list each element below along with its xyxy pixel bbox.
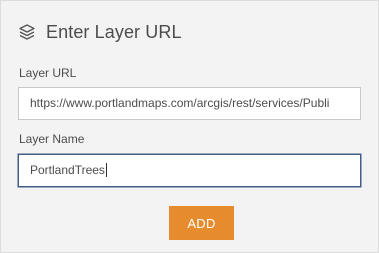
layer-url-label: Layer URL bbox=[19, 66, 77, 80]
enter-layer-url-panel: Enter Layer URL Layer URL https://www.po… bbox=[0, 0, 379, 253]
panel-header: Enter Layer URL bbox=[17, 19, 182, 45]
layers-icon bbox=[17, 22, 37, 42]
panel-title: Enter Layer URL bbox=[46, 21, 182, 42]
layer-name-label: Layer Name bbox=[19, 132, 85, 146]
text-cursor bbox=[105, 162, 107, 177]
layer-url-value: https://www.portlandmaps.com/arcgis/rest… bbox=[30, 96, 330, 110]
layer-name-value: PortlandTrees bbox=[30, 163, 105, 177]
layer-name-input[interactable]: PortlandTrees bbox=[18, 154, 361, 187]
layer-url-input[interactable]: https://www.portlandmaps.com/arcgis/rest… bbox=[18, 87, 361, 120]
add-button[interactable]: ADD bbox=[169, 206, 234, 240]
